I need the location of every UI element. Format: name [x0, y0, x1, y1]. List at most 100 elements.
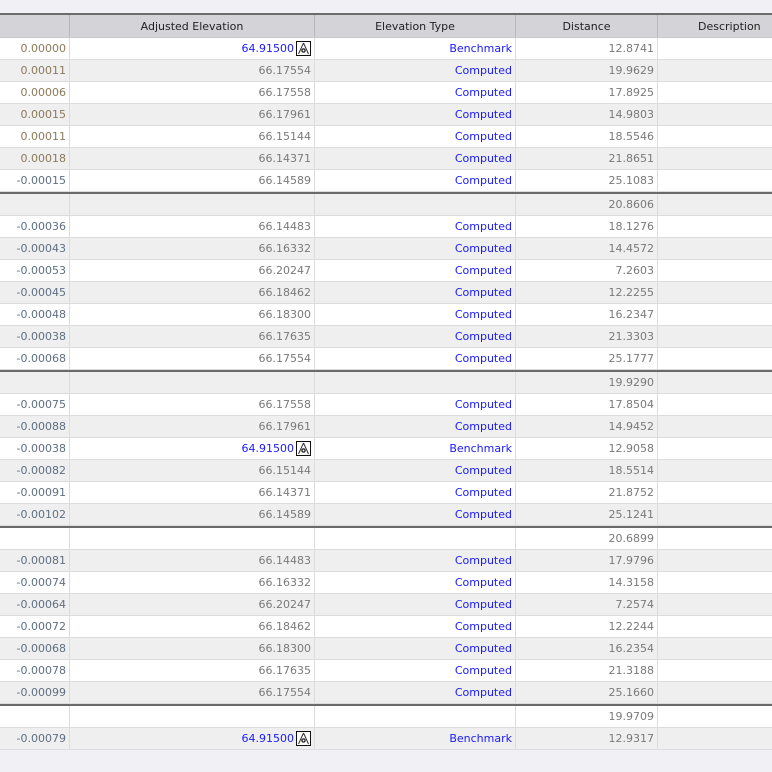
- table-row[interactable]: 19.9709: [0, 704, 772, 728]
- description-cell: [658, 260, 772, 281]
- description-cell: [658, 38, 772, 59]
- adjusted-elevation-value: 66.20247: [258, 598, 312, 611]
- table-row[interactable]: -0.00043 66.16332 Computed 14.4572: [0, 238, 772, 260]
- adjusted-elevation-value: 66.14589: [258, 174, 312, 187]
- correction-cell: 0.00015: [0, 104, 70, 125]
- distance-cell: 25.1777: [516, 348, 658, 369]
- correction-cell: [0, 528, 70, 549]
- adjusted-elevation-value: 66.18300: [258, 642, 312, 655]
- table-row[interactable]: 0.00018 66.14371 Computed 21.8651: [0, 148, 772, 170]
- table-row[interactable]: -0.00038 64.91500 Benchmark 12.9058: [0, 438, 772, 460]
- table-row[interactable]: -0.00099 66.17554 Computed 25.1660: [0, 682, 772, 704]
- column-header-distance[interactable]: Distance: [516, 15, 658, 37]
- table-row[interactable]: -0.00078 66.17635 Computed 21.3188: [0, 660, 772, 682]
- column-header-elevation-type[interactable]: Elevation Type: [315, 15, 516, 37]
- table-row[interactable]: -0.00081 66.14483 Computed 17.9796: [0, 550, 772, 572]
- adjusted-elevation-cell: 66.17558: [70, 394, 315, 415]
- distance-cell: 21.3188: [516, 660, 658, 681]
- table-row[interactable]: -0.00036 66.14483 Computed 18.1276: [0, 216, 772, 238]
- table-row[interactable]: -0.00015 66.14589 Computed 25.1083: [0, 170, 772, 192]
- table-row[interactable]: -0.00088 66.17961 Computed 14.9452: [0, 416, 772, 438]
- benchmark-icon[interactable]: [296, 731, 311, 746]
- column-header-description[interactable]: Description: [658, 15, 772, 37]
- table-row[interactable]: -0.00068 66.18300 Computed 16.2354: [0, 638, 772, 660]
- column-header-adjusted-elevation[interactable]: Adjusted Elevation: [70, 15, 315, 37]
- grid-body: 0.00000 64.91500 Benchmark 12.8741 0.00011 66…: [0, 38, 772, 750]
- table-row[interactable]: 0.00006 66.17558 Computed 17.8925: [0, 82, 772, 104]
- elevation-type-cell: Computed: [315, 216, 516, 237]
- adjusted-elevation-value: 66.16332: [258, 242, 312, 255]
- elevation-type-cell: Computed: [315, 260, 516, 281]
- distance-cell: 20.8606: [516, 194, 658, 215]
- adjusted-elevation-cell: 66.15144: [70, 126, 315, 147]
- correction-cell: -0.00048: [0, 304, 70, 325]
- table-row[interactable]: -0.00045 66.18462 Computed 12.2255: [0, 282, 772, 304]
- table-row[interactable]: 0.00015 66.17961 Computed 14.9803: [0, 104, 772, 126]
- correction-cell: -0.00075: [0, 394, 70, 415]
- benchmark-icon[interactable]: [296, 441, 311, 456]
- elevation-type-cell: Computed: [315, 60, 516, 81]
- distance-cell: 16.2347: [516, 304, 658, 325]
- distance-cell: 12.2255: [516, 282, 658, 303]
- correction-cell: 0.00018: [0, 148, 70, 169]
- elevation-type-cell: Computed: [315, 616, 516, 637]
- correction-cell: -0.00064: [0, 594, 70, 615]
- table-row[interactable]: -0.00068 66.17554 Computed 25.1777: [0, 348, 772, 370]
- table-row[interactable]: 0.00000 64.91500 Benchmark 12.8741: [0, 38, 772, 60]
- adjusted-elevation-cell: 66.16332: [70, 238, 315, 259]
- description-cell: [658, 728, 772, 749]
- description-cell: [658, 326, 772, 347]
- correction-cell: -0.00081: [0, 550, 70, 571]
- table-row[interactable]: 0.00011 66.17554 Computed 19.9629: [0, 60, 772, 82]
- elevation-type-cell: [315, 706, 516, 727]
- description-cell: [658, 216, 772, 237]
- elevation-type-cell: Computed: [315, 238, 516, 259]
- benchmark-icon[interactable]: [296, 41, 311, 56]
- description-cell: [658, 594, 772, 615]
- adjusted-elevation-cell: 66.14483: [70, 550, 315, 571]
- elevation-type-cell: Computed: [315, 304, 516, 325]
- adjusted-elevation-cell: [70, 194, 315, 215]
- description-cell: [658, 194, 772, 215]
- elevation-type-cell: Benchmark: [315, 38, 516, 59]
- adjusted-elevation-cell: 66.14483: [70, 216, 315, 237]
- table-row[interactable]: -0.00053 66.20247 Computed 7.2603: [0, 260, 772, 282]
- correction-cell: -0.00038: [0, 438, 70, 459]
- adjusted-elevation-value: 66.18300: [258, 308, 312, 321]
- table-row[interactable]: -0.00082 66.15144 Computed 18.5514: [0, 460, 772, 482]
- table-row[interactable]: -0.00038 66.17635 Computed 21.3303: [0, 326, 772, 348]
- table-row[interactable]: 20.8606: [0, 192, 772, 216]
- table-row[interactable]: -0.00079 64.91500 Benchmark 12.9317: [0, 728, 772, 750]
- table-row[interactable]: -0.00072 66.18462 Computed 12.2244: [0, 616, 772, 638]
- adjusted-elevation-cell: 66.17635: [70, 660, 315, 681]
- adjusted-elevation-value: 66.17554: [258, 686, 312, 699]
- distance-cell: 25.1083: [516, 170, 658, 191]
- description-cell: [658, 528, 772, 549]
- description-cell: [658, 660, 772, 681]
- adjusted-elevation-cell: 66.14371: [70, 482, 315, 503]
- table-row[interactable]: -0.00091 66.14371 Computed 21.8752: [0, 482, 772, 504]
- correction-cell: -0.00099: [0, 682, 70, 703]
- table-row[interactable]: -0.00064 66.20247 Computed 7.2574: [0, 594, 772, 616]
- description-cell: [658, 126, 772, 147]
- elevation-type-cell: [315, 194, 516, 215]
- table-row[interactable]: 20.6899: [0, 526, 772, 550]
- table-row[interactable]: -0.00102 66.14589 Computed 25.1241: [0, 504, 772, 526]
- table-row[interactable]: -0.00048 66.18300 Computed 16.2347: [0, 304, 772, 326]
- table-row[interactable]: -0.00075 66.17558 Computed 17.8504: [0, 394, 772, 416]
- distance-cell: 14.9452: [516, 416, 658, 437]
- distance-cell: 14.4572: [516, 238, 658, 259]
- distance-cell: 18.5546: [516, 126, 658, 147]
- distance-cell: 7.2574: [516, 594, 658, 615]
- description-cell: [658, 706, 772, 727]
- elevation-type-cell: Computed: [315, 348, 516, 369]
- table-row[interactable]: 0.00011 66.15144 Computed 18.5546: [0, 126, 772, 148]
- elevation-type-cell: Benchmark: [315, 438, 516, 459]
- table-row[interactable]: -0.00074 66.16332 Computed 14.3158: [0, 572, 772, 594]
- distance-cell: 19.9709: [516, 706, 658, 727]
- distance-cell: 20.6899: [516, 528, 658, 549]
- adjusted-elevation-cell: 66.15144: [70, 460, 315, 481]
- table-row[interactable]: 19.9290: [0, 370, 772, 394]
- adjusted-elevation-cell: 66.14371: [70, 148, 315, 169]
- column-header-correction[interactable]: [0, 15, 70, 37]
